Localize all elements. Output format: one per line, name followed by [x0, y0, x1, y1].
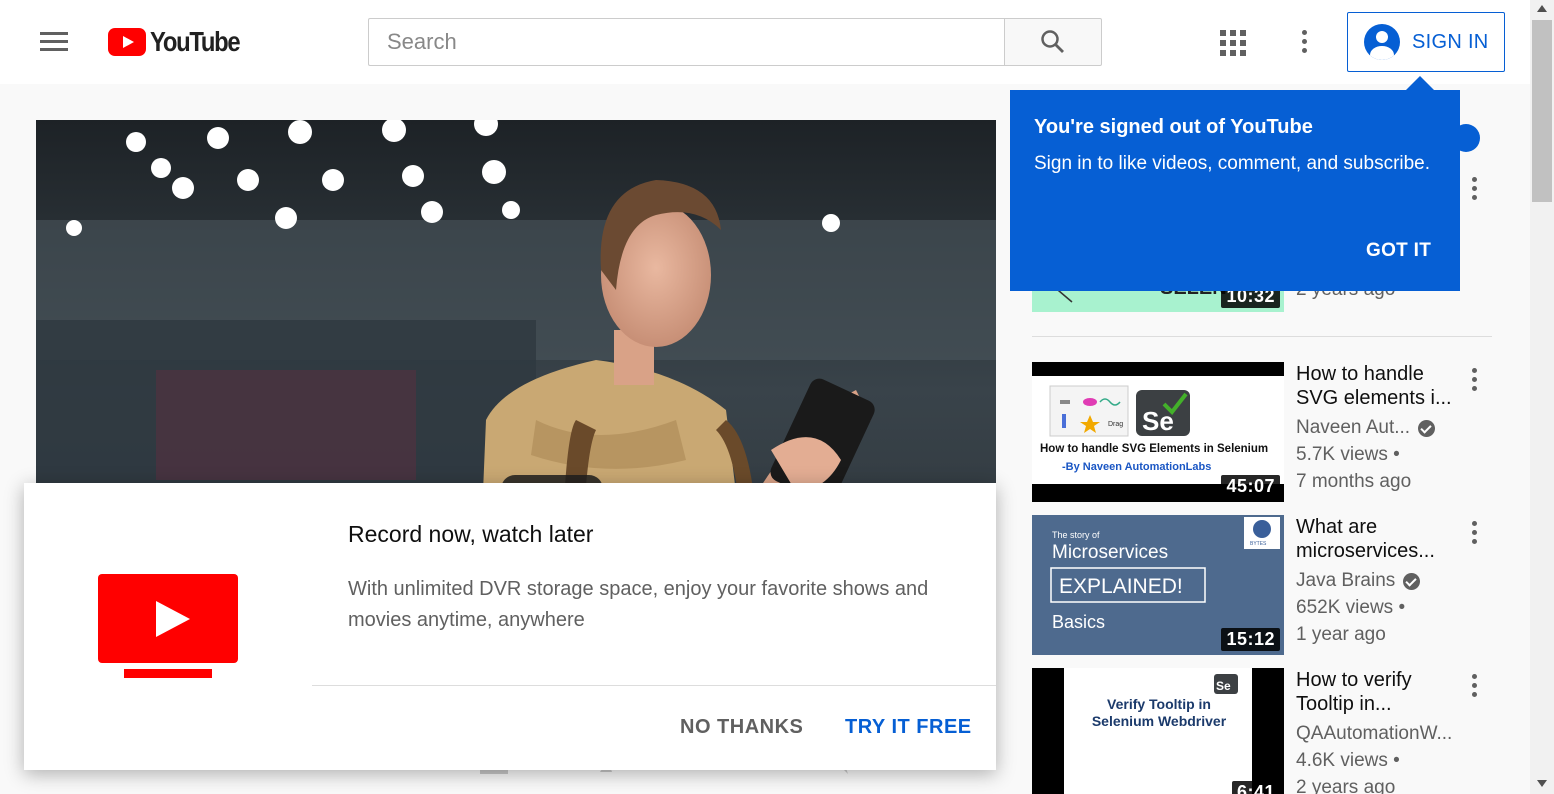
page-scrollbar[interactable] [1530, 0, 1554, 794]
related-video-card[interactable]: Drag Se How to handle SVG Elements in Se… [1032, 362, 1492, 502]
thumbnail-text: Verify Tooltip in Selenium Webdriver [1091, 696, 1227, 729]
menu-icon[interactable] [40, 32, 68, 52]
promo-divider [312, 685, 996, 686]
video-age: 1 year ago [1296, 624, 1386, 645]
sign-in-button[interactable]: SIGN IN [1347, 12, 1505, 72]
youtube-logo-text: YouTube [150, 26, 241, 57]
dvr-promo-dialog: Record now, watch later With unlimited D… [24, 483, 996, 770]
channel-name-text: QAAutomationW... [1296, 723, 1453, 744]
video-duration: 15:12 [1221, 628, 1280, 651]
promo-description: With unlimited DVR storage space, enjoy … [348, 578, 929, 631]
view-count: 5.7K views • [1296, 444, 1400, 465]
thumbnail-drag-label: Drag [1108, 421, 1123, 428]
video-thumbnail[interactable]: The story of Microservices EXPLAINED! Ba… [1032, 515, 1284, 655]
account-icon [1364, 24, 1400, 60]
youtube-tv-logo-icon [98, 574, 238, 680]
channel-name[interactable]: QAAutomationW... [1296, 723, 1452, 745]
thumbnail-line1: Microservices [1052, 542, 1168, 563]
related-video-card[interactable]: The story of Microservices EXPLAINED! Ba… [1032, 515, 1492, 655]
sign-in-label: SIGN IN [1412, 30, 1489, 53]
try-it-free-button[interactable]: TRY IT FREE [845, 716, 972, 739]
video-age: 2 years ago [1296, 777, 1396, 794]
video-title[interactable]: How to handle SVG elements i... [1296, 362, 1460, 410]
scroll-down-arrow-icon[interactable] [1537, 780, 1547, 787]
thumbnail-badge-text: BYTES [1250, 541, 1267, 547]
thumbnail-story-text: The story of [1052, 530, 1100, 540]
got-it-button[interactable]: GOT IT [1366, 240, 1431, 262]
tooltip-body: Sign in to like videos, comment, and sub… [1034, 153, 1431, 174]
view-count: 4.6K views • [1296, 750, 1400, 771]
selenium-logo-text: Se [1216, 679, 1231, 693]
settings-more-icon[interactable] [1302, 30, 1307, 53]
channel-name[interactable]: Java Brains [1296, 570, 1421, 592]
verified-badge-icon [1403, 572, 1421, 590]
more-actions-icon[interactable] [1472, 368, 1477, 391]
no-thanks-button[interactable]: NO THANKS [680, 716, 803, 739]
masthead: YouTube SIGN IN [0, 0, 1530, 84]
youtube-logo[interactable]: YouTube [108, 26, 255, 57]
thumbnail-title: How to handle SVG Elements in Selenium [1040, 443, 1268, 455]
signed-out-tooltip: You're signed out of YouTube Sign in to … [1010, 76, 1460, 291]
thumbnail-image: Se Verify Tooltip in Selenium Webdriver [1064, 668, 1252, 794]
youtube-logo-icon [108, 28, 146, 56]
more-actions-icon[interactable] [1472, 177, 1477, 200]
thumbnail-line3: Basics [1052, 612, 1105, 632]
more-actions-icon[interactable] [1472, 521, 1477, 544]
channel-name[interactable]: Naveen Aut... [1296, 417, 1436, 439]
scroll-up-arrow-icon[interactable] [1537, 5, 1547, 12]
channel-name-text: Java Brains [1296, 570, 1396, 591]
search-icon [1041, 30, 1064, 53]
thumbnail-line2: EXPLAINED! [1059, 575, 1183, 598]
video-duration: 6:41 [1231, 781, 1280, 794]
video-thumbnail[interactable]: Se Verify Tooltip in Selenium Webdriver … [1032, 668, 1284, 794]
search-input[interactable] [368, 18, 1005, 66]
tooltip-title: You're signed out of YouTube [1034, 116, 1313, 138]
search-button[interactable] [1004, 18, 1102, 66]
more-actions-icon[interactable] [1472, 674, 1477, 697]
thumbnail-subtitle: -By Naveen AutomationLabs [1062, 461, 1211, 473]
view-count: 652K views • [1296, 597, 1406, 618]
promo-title: Record now, watch later [348, 521, 594, 547]
channel-name-text: Naveen Aut... [1296, 417, 1411, 438]
video-duration: 45:07 [1221, 475, 1280, 498]
apps-grid-icon[interactable] [1220, 30, 1246, 56]
section-divider [1032, 336, 1492, 337]
video-thumbnail[interactable]: Drag Se How to handle SVG Elements in Se… [1032, 362, 1284, 502]
verified-badge-icon [1418, 419, 1436, 437]
video-title[interactable]: How to verify Tooltip in... [1296, 668, 1460, 716]
related-video-card[interactable]: Se Verify Tooltip in Selenium Webdriver … [1032, 668, 1492, 794]
video-age: 7 months ago [1296, 471, 1412, 492]
scroll-thumb[interactable] [1532, 20, 1552, 202]
video-title[interactable]: What are microservices... [1296, 515, 1460, 563]
